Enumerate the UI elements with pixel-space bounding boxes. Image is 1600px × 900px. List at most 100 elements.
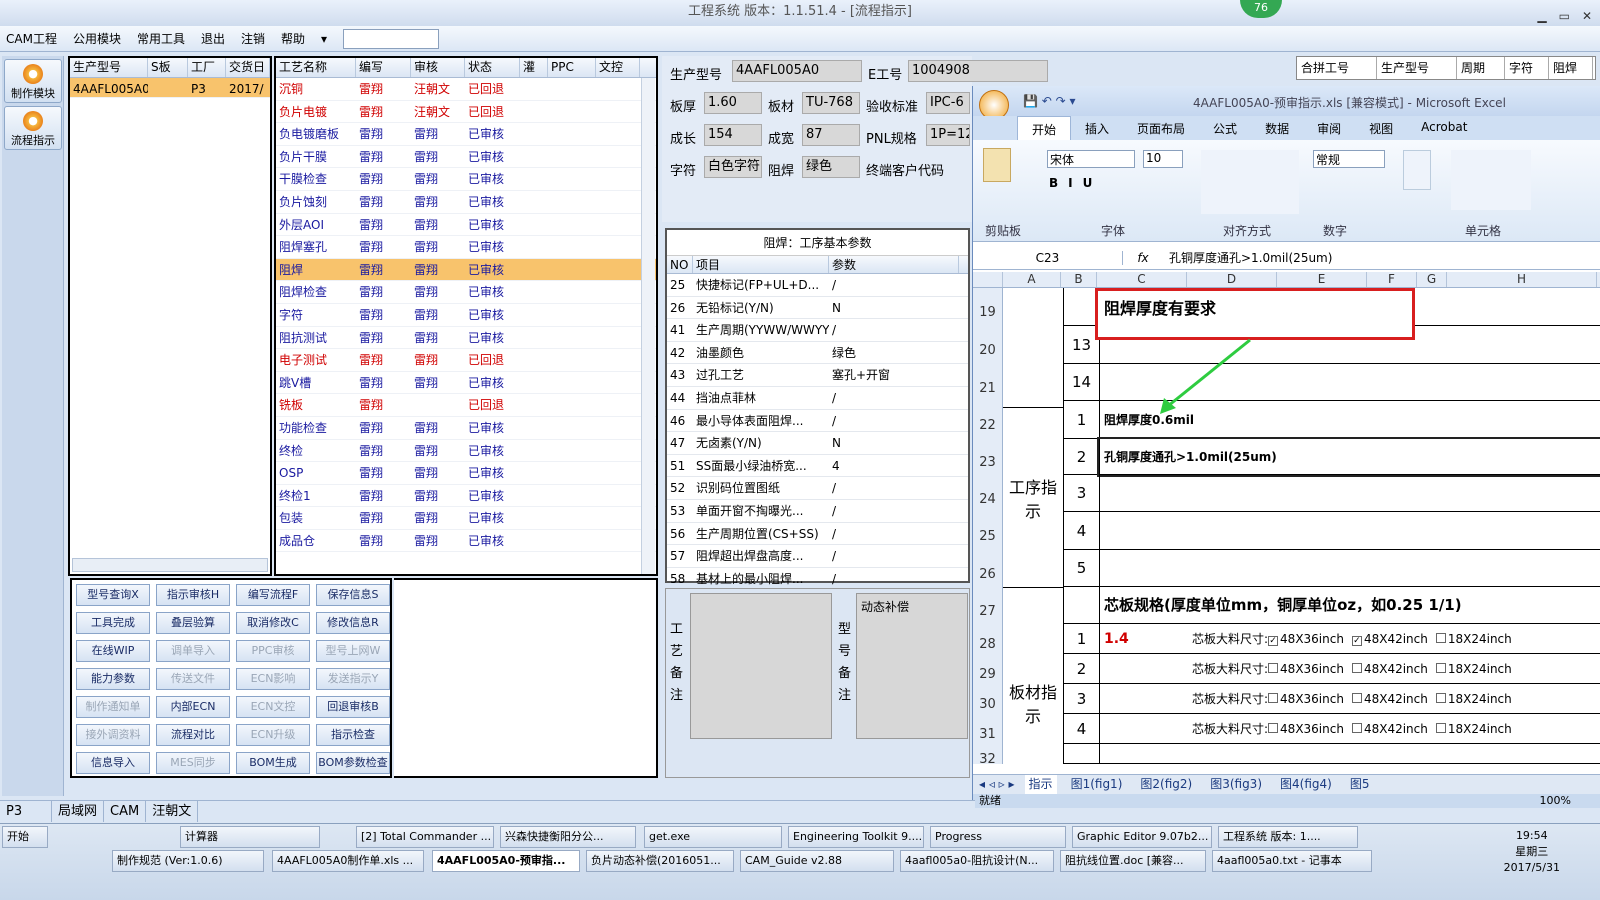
col-due[interactable]: 交货日	[226, 58, 270, 77]
param-row[interactable]: 56 生产周期位置(CS+SS) /	[667, 523, 968, 546]
font-name-box[interactable]: 宋体	[1047, 150, 1135, 168]
param-row[interactable]: 43 过孔工艺 塞孔+开窗	[667, 364, 968, 387]
e-field[interactable]: 1004908	[908, 60, 1048, 82]
param-row[interactable]: 52 识别码位置图纸 /	[667, 477, 968, 500]
param-row[interactable]: 41 生产周期(YYWW/WWYY) /	[667, 319, 968, 342]
param-row[interactable]: 53 单面开窗不掏曝光... /	[667, 500, 968, 523]
taskbar-item[interactable]: get.exe	[644, 826, 782, 848]
col-c[interactable]: C	[1097, 272, 1187, 287]
taskbar-item[interactable]: 兴森快捷衡阳分公...	[500, 826, 636, 848]
row-number[interactable]: 25	[973, 512, 1003, 550]
process-row[interactable]: 负片电镀 雷翔 汪朝文 已回退	[276, 101, 656, 124]
sheet-tab[interactable]: 图1(fig1)	[1067, 775, 1127, 794]
cells-icons[interactable]	[1451, 150, 1531, 210]
function-button[interactable]: 回退审核B	[316, 696, 390, 718]
seq-cell[interactable]: 1	[1063, 401, 1099, 439]
taskbar-item[interactable]: 工程系统 版本: 1....	[1218, 826, 1358, 848]
param-row[interactable]: 46 最小导体表面阻焊... /	[667, 410, 968, 433]
make-module-button[interactable]: ● 制作模块	[4, 59, 62, 103]
menu-cam[interactable]: CAM工程	[6, 30, 57, 47]
process-row[interactable]: 阻焊检查 雷翔 雷翔 已审核	[276, 281, 656, 304]
seq-cell[interactable]	[1063, 288, 1099, 326]
function-button[interactable]: 内部ECN	[156, 696, 230, 718]
ribbon-tab[interactable]: 开始	[1017, 116, 1072, 140]
seq-cell[interactable]: 2	[1063, 654, 1099, 684]
col-g[interactable]: G	[1417, 272, 1447, 287]
row-number[interactable]: 19	[973, 288, 1003, 326]
size-checkbox[interactable]	[1268, 723, 1279, 733]
row-number[interactable]: 28	[973, 624, 1003, 654]
seq-cell[interactable]: 13	[1063, 326, 1099, 364]
function-button[interactable]: 在线WIP	[76, 640, 150, 662]
process-row[interactable]: 干膜检查 雷翔 雷翔 已审核	[276, 168, 656, 191]
process-vscroll[interactable]	[641, 78, 655, 574]
size-checkbox[interactable]: ✓	[1268, 636, 1279, 646]
col-model2[interactable]: 生产型号	[1377, 57, 1457, 79]
flow-guide-button[interactable]: ● 流程指示	[4, 106, 62, 150]
corner[interactable]	[973, 272, 1003, 287]
col-d[interactable]: D	[1187, 272, 1277, 287]
zoom-level[interactable]: 100%	[1540, 794, 1571, 808]
size-checkbox[interactable]	[1351, 723, 1362, 733]
sheet-tab[interactable]: 图2(fig2)	[1136, 775, 1196, 794]
row-number[interactable]: 27	[973, 587, 1003, 624]
taskbar-item[interactable]: Engineering Toolkit 9....	[788, 826, 924, 848]
taskbar-item[interactable]: 4aafl005a0.txt - 记事本	[1212, 850, 1372, 872]
bold-italic-underline-icons[interactable]: BIU	[1049, 176, 1102, 190]
sheet-tab[interactable]: 图4(fig4)	[1276, 775, 1336, 794]
ribbon-tab[interactable]: 公式	[1199, 116, 1251, 140]
font-size-box[interactable]: 10	[1143, 150, 1183, 168]
menu-help[interactable]: 帮助	[281, 30, 305, 47]
process-remark-field[interactable]	[690, 593, 832, 739]
seq-cell[interactable]: 1	[1063, 624, 1099, 654]
function-button[interactable]: 信息导入	[76, 752, 150, 774]
function-button[interactable]: BOM参数检查	[316, 752, 390, 774]
col-process[interactable]: 工艺名称	[276, 58, 356, 77]
alignment-icons[interactable]	[1201, 150, 1299, 214]
col-e[interactable]: E	[1277, 272, 1367, 287]
col-reviewer[interactable]: 审核	[411, 58, 465, 77]
styles-icon[interactable]	[1403, 150, 1431, 190]
seq-cell[interactable]	[1063, 587, 1099, 624]
function-button[interactable]: 传送文件	[156, 668, 230, 690]
param-row[interactable]: 44 挡油点菲林 /	[667, 387, 968, 410]
size-checkbox[interactable]	[1351, 663, 1362, 673]
number-format-box[interactable]: 常规	[1313, 150, 1385, 168]
size-checkbox[interactable]	[1435, 723, 1446, 733]
function-button[interactable]: 指示审核H	[156, 584, 230, 606]
col-model[interactable]: 生产型号	[70, 58, 148, 77]
process-row[interactable]: 功能检查 雷翔 雷翔 已审核	[276, 417, 656, 440]
function-button[interactable]: 修改信息R	[316, 612, 390, 634]
seq-cell[interactable]: 4	[1063, 512, 1099, 550]
ribbon-tab[interactable]: Acrobat	[1407, 116, 1481, 140]
col-merge[interactable]: 合拼工号	[1297, 57, 1377, 79]
content-cell[interactable]	[1099, 512, 1600, 550]
function-button[interactable]: 接外调资料	[76, 724, 150, 746]
fx-icon[interactable]: fx	[1123, 251, 1163, 265]
function-button[interactable]: ECN影响	[236, 668, 310, 690]
function-button[interactable]: 保存信息S	[316, 584, 390, 606]
function-button[interactable]: 发送指示Y	[316, 668, 390, 690]
seq-cell[interactable]: 3	[1063, 475, 1099, 512]
taskbar-item[interactable]: [2] Total Commander ...	[356, 826, 494, 848]
col-char[interactable]: 字符	[1505, 57, 1549, 79]
close-icon[interactable]: ✕	[1582, 4, 1592, 28]
col-writer[interactable]: 编写	[356, 58, 411, 77]
taskbar-item[interactable]: 负片动态补偿(2016051...	[586, 850, 734, 872]
menu-tools[interactable]: 常用工具	[137, 30, 185, 47]
sheet-nav-icon[interactable]: ◂ ◃ ▹ ▸	[979, 775, 1015, 794]
param-row[interactable]: 47 无卤素(Y/N) N	[667, 432, 968, 455]
col-mask[interactable]: 阻焊	[1549, 57, 1593, 79]
process-row[interactable]: 负电镀磨板 雷翔 雷翔 已审核	[276, 123, 656, 146]
function-button[interactable]: 调单导入	[156, 640, 230, 662]
taskbar-item[interactable]: 4aafl005a0-阻抗设计(N...	[900, 850, 1054, 872]
content-cell[interactable]	[1099, 550, 1600, 587]
col-f[interactable]: F	[1367, 272, 1417, 287]
col-s[interactable]: S板	[148, 58, 188, 77]
sheet-tab[interactable]: 指示	[1024, 775, 1057, 794]
menu-exit[interactable]: 退出	[201, 30, 225, 47]
content-cell[interactable]: 芯板规格(厚度单位mm，铜厚单位oz，如0.25 1/1)	[1099, 587, 1600, 624]
param-row[interactable]: 26 无铅标记(Y/N) N	[667, 297, 968, 320]
taskbar-item[interactable]: Progress	[930, 826, 1066, 848]
content-cell[interactable]	[1099, 475, 1600, 512]
